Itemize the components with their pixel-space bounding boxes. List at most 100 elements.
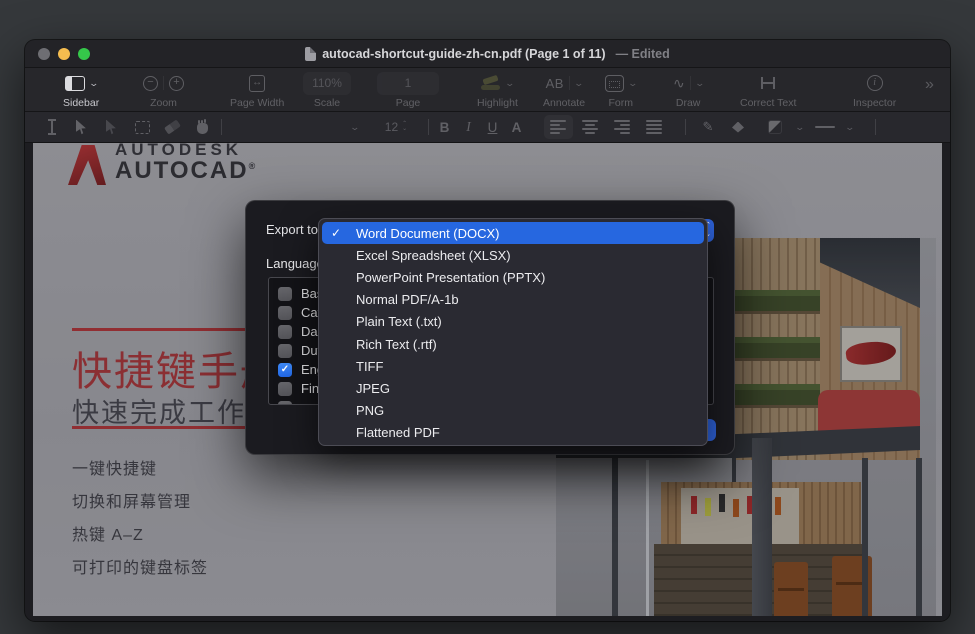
line-icon (815, 126, 835, 128)
menu-item-normal-pdf-a-1b[interactable]: Normal PDF/A-1b (322, 289, 704, 311)
line-style-dropdown[interactable]: ⌄ (841, 112, 859, 142)
menu-item-label: Normal PDF/A-1b (356, 292, 459, 307)
checkbox[interactable] (278, 306, 292, 320)
checkbox-checked[interactable]: ✓ (278, 363, 292, 377)
alt-select-tool[interactable] (99, 112, 125, 142)
italic-button[interactable]: I (457, 112, 480, 142)
alignment-group (543, 112, 669, 142)
bold-button[interactable]: B (433, 112, 456, 142)
pointer-outline-icon (106, 120, 118, 135)
fill-color-button[interactable] (725, 112, 751, 142)
hand-icon (197, 123, 208, 134)
paint-bucket-icon (732, 122, 744, 133)
checkbox[interactable] (278, 344, 292, 358)
menu-item-rich-text-rtf[interactable]: Rich Text (.rtf) (322, 333, 704, 355)
menu-item-label: Excel Spreadsheet (XLSX) (356, 248, 511, 263)
zoom-button[interactable] (78, 48, 90, 60)
marquee-icon (135, 121, 150, 134)
font-size-value: 12 (385, 120, 398, 134)
pencil-icon: ✎ (703, 119, 714, 135)
desktop-background: autocad-shortcut-guide-zh-cn.pdf (Page 1… (0, 0, 975, 634)
correct-text-icon (761, 77, 775, 89)
stroke-color-button[interactable]: ✎ (695, 112, 721, 142)
sidebar-icon (65, 76, 85, 91)
sidebar-button[interactable]: ⌄ Sidebar (63, 70, 99, 109)
menu-item-word-document-docx[interactable]: ✓Word Document (DOCX) (322, 222, 704, 244)
main-toolbar: ⌄ Sidebar − + Zoom ↔ Page Width 110% Sca… (25, 68, 950, 112)
draw-icon: ∿ (673, 75, 685, 92)
font-color-button[interactable]: A (505, 112, 528, 142)
titlebar: autocad-shortcut-guide-zh-cn.pdf (Page 1… (25, 40, 950, 68)
more-tools-button[interactable]: » (925, 76, 934, 94)
menu-item-excel-spreadsheet-xlsx[interactable]: Excel Spreadsheet (XLSX) (322, 244, 704, 266)
form-button[interactable]: ⌄ Form (605, 70, 637, 109)
annotate-button[interactable]: AB⌄ Annotate (543, 70, 585, 109)
text-cursor-icon (51, 120, 53, 134)
minimize-button[interactable] (58, 48, 70, 60)
align-center-button[interactable] (576, 115, 605, 139)
page-width-button[interactable]: ↔ Page Width (230, 70, 284, 109)
scale-field-group: 110% Scale (303, 70, 351, 109)
font-family-select[interactable]: ⌄ (345, 112, 365, 142)
menu-item-powerpoint-presentation-pptx[interactable]: PowerPoint Presentation (PPTX) (322, 266, 704, 288)
underline-button[interactable]: U (481, 112, 504, 142)
menu-item-label: JPEG (356, 381, 390, 396)
edited-badge: — Edited (616, 47, 670, 61)
close-button[interactable] (38, 48, 50, 60)
traffic-lights (38, 48, 90, 60)
hand-tool[interactable] (189, 112, 215, 142)
chevron-down-icon: ⌄ (573, 78, 584, 89)
page-field-group: 1 Page (377, 70, 439, 109)
app-window: autocad-shortcut-guide-zh-cn.pdf (Page 1… (25, 40, 950, 621)
pointer-icon (76, 120, 88, 135)
swatch-dropdown[interactable]: ⌄ (791, 112, 809, 142)
draw-button[interactable]: ∿⌄ Draw (673, 70, 703, 109)
menu-item-png[interactable]: PNG (322, 400, 704, 422)
highlight-button[interactable]: ⌄ Highlight (477, 70, 518, 109)
zoom-in-icon[interactable]: + (169, 76, 184, 91)
align-left-icon (550, 120, 566, 134)
page-input[interactable]: 1 (377, 72, 439, 95)
select-tool[interactable] (69, 112, 95, 142)
scale-input[interactable]: 110% (303, 72, 351, 95)
menu-item-tiff[interactable]: TIFF (322, 355, 704, 377)
zoom-controls[interactable]: − + Zoom (143, 70, 184, 109)
text-cursor-tool[interactable] (39, 112, 65, 142)
page-width-icon: ↔ (249, 75, 265, 92)
checkbox[interactable] (278, 287, 292, 301)
chevron-down-icon: ⌄ (350, 122, 361, 133)
marquee-tool[interactable] (129, 112, 155, 142)
checkbox[interactable] (278, 325, 292, 339)
menu-item-jpeg[interactable]: JPEG (322, 377, 704, 399)
font-size-stepper[interactable]: 12⌃⌄ (373, 112, 419, 142)
align-justify-icon (646, 120, 662, 134)
align-center-icon (582, 120, 598, 134)
eraser-tool[interactable] (159, 112, 185, 142)
chevron-down-icon: ⌄ (694, 78, 705, 89)
correct-text-button[interactable]: Correct Text (740, 70, 796, 109)
line-style-button[interactable] (811, 112, 839, 142)
export-to-label: Export to (266, 222, 318, 237)
document-icon (305, 47, 316, 61)
chevron-down-icon: ⌄ (845, 122, 856, 133)
menu-item-plain-text-txt[interactable]: Plain Text (.txt) (322, 311, 704, 333)
inspector-button[interactable]: i Inspector (853, 70, 896, 109)
align-left-button[interactable] (544, 115, 573, 139)
chevron-down-icon: ⌄ (505, 78, 516, 89)
opacity-swatch-button[interactable] (763, 112, 787, 142)
export-format-menu: ✓Word Document (DOCX) Excel Spreadsheet (… (318, 218, 708, 446)
align-justify-button[interactable] (640, 115, 669, 139)
checkbox[interactable] (278, 401, 292, 406)
checkbox[interactable] (278, 382, 292, 396)
chevron-down-icon: ⌄ (627, 78, 638, 89)
menu-item-flattened-pdf[interactable]: Flattened PDF (322, 422, 704, 444)
align-right-button[interactable] (608, 115, 637, 139)
chevron-down-icon: ⌄ (88, 78, 99, 89)
menu-item-label: Flattened PDF (356, 425, 440, 440)
menu-item-label: PNG (356, 403, 384, 418)
menu-item-label: PowerPoint Presentation (PPTX) (356, 270, 545, 285)
window-title: autocad-shortcut-guide-zh-cn.pdf (Page 1… (305, 47, 670, 61)
zoom-out-icon[interactable]: − (143, 76, 158, 91)
form-icon (605, 75, 624, 92)
chevron-down-icon: ⌄ (795, 122, 806, 133)
